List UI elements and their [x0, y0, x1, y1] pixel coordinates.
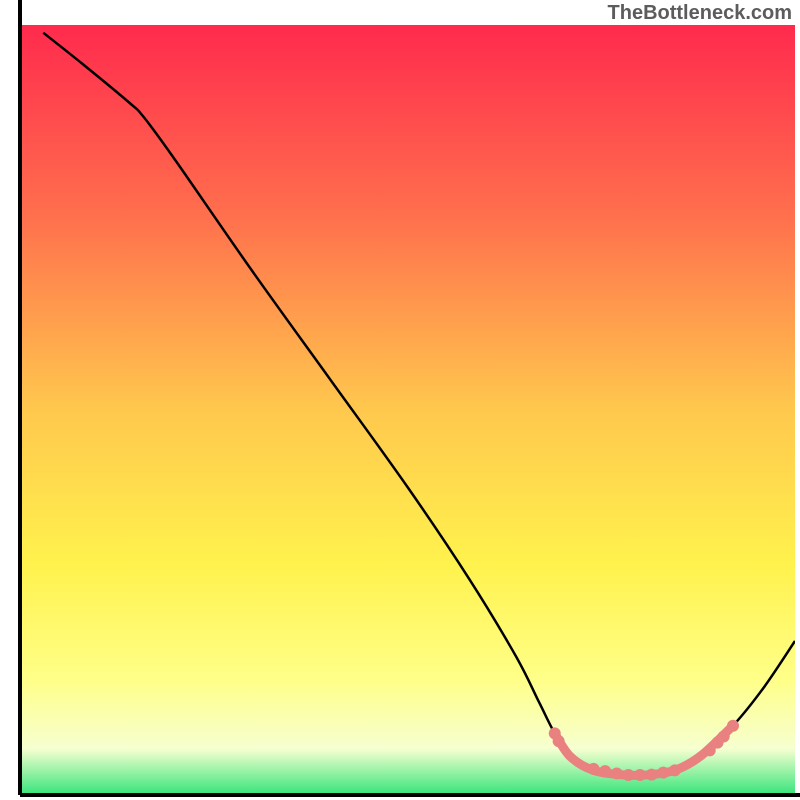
highlight-dot [669, 764, 681, 776]
highlight-dot [718, 730, 730, 742]
chart-container: TheBottleneck.com [0, 0, 800, 800]
highlight-dot [599, 765, 611, 777]
bottleneck-chart [0, 0, 800, 800]
highlight-dot [727, 720, 739, 732]
highlight-dot [657, 767, 669, 779]
highlight-dot [611, 767, 623, 779]
highlight-dot [588, 763, 600, 775]
highlight-dot [622, 769, 634, 781]
highlight-dot [646, 769, 658, 781]
attribution-text: TheBottleneck.com [608, 2, 792, 25]
highlight-dot [634, 769, 646, 781]
gradient-background [20, 25, 795, 795]
highlight-dot [553, 735, 565, 747]
